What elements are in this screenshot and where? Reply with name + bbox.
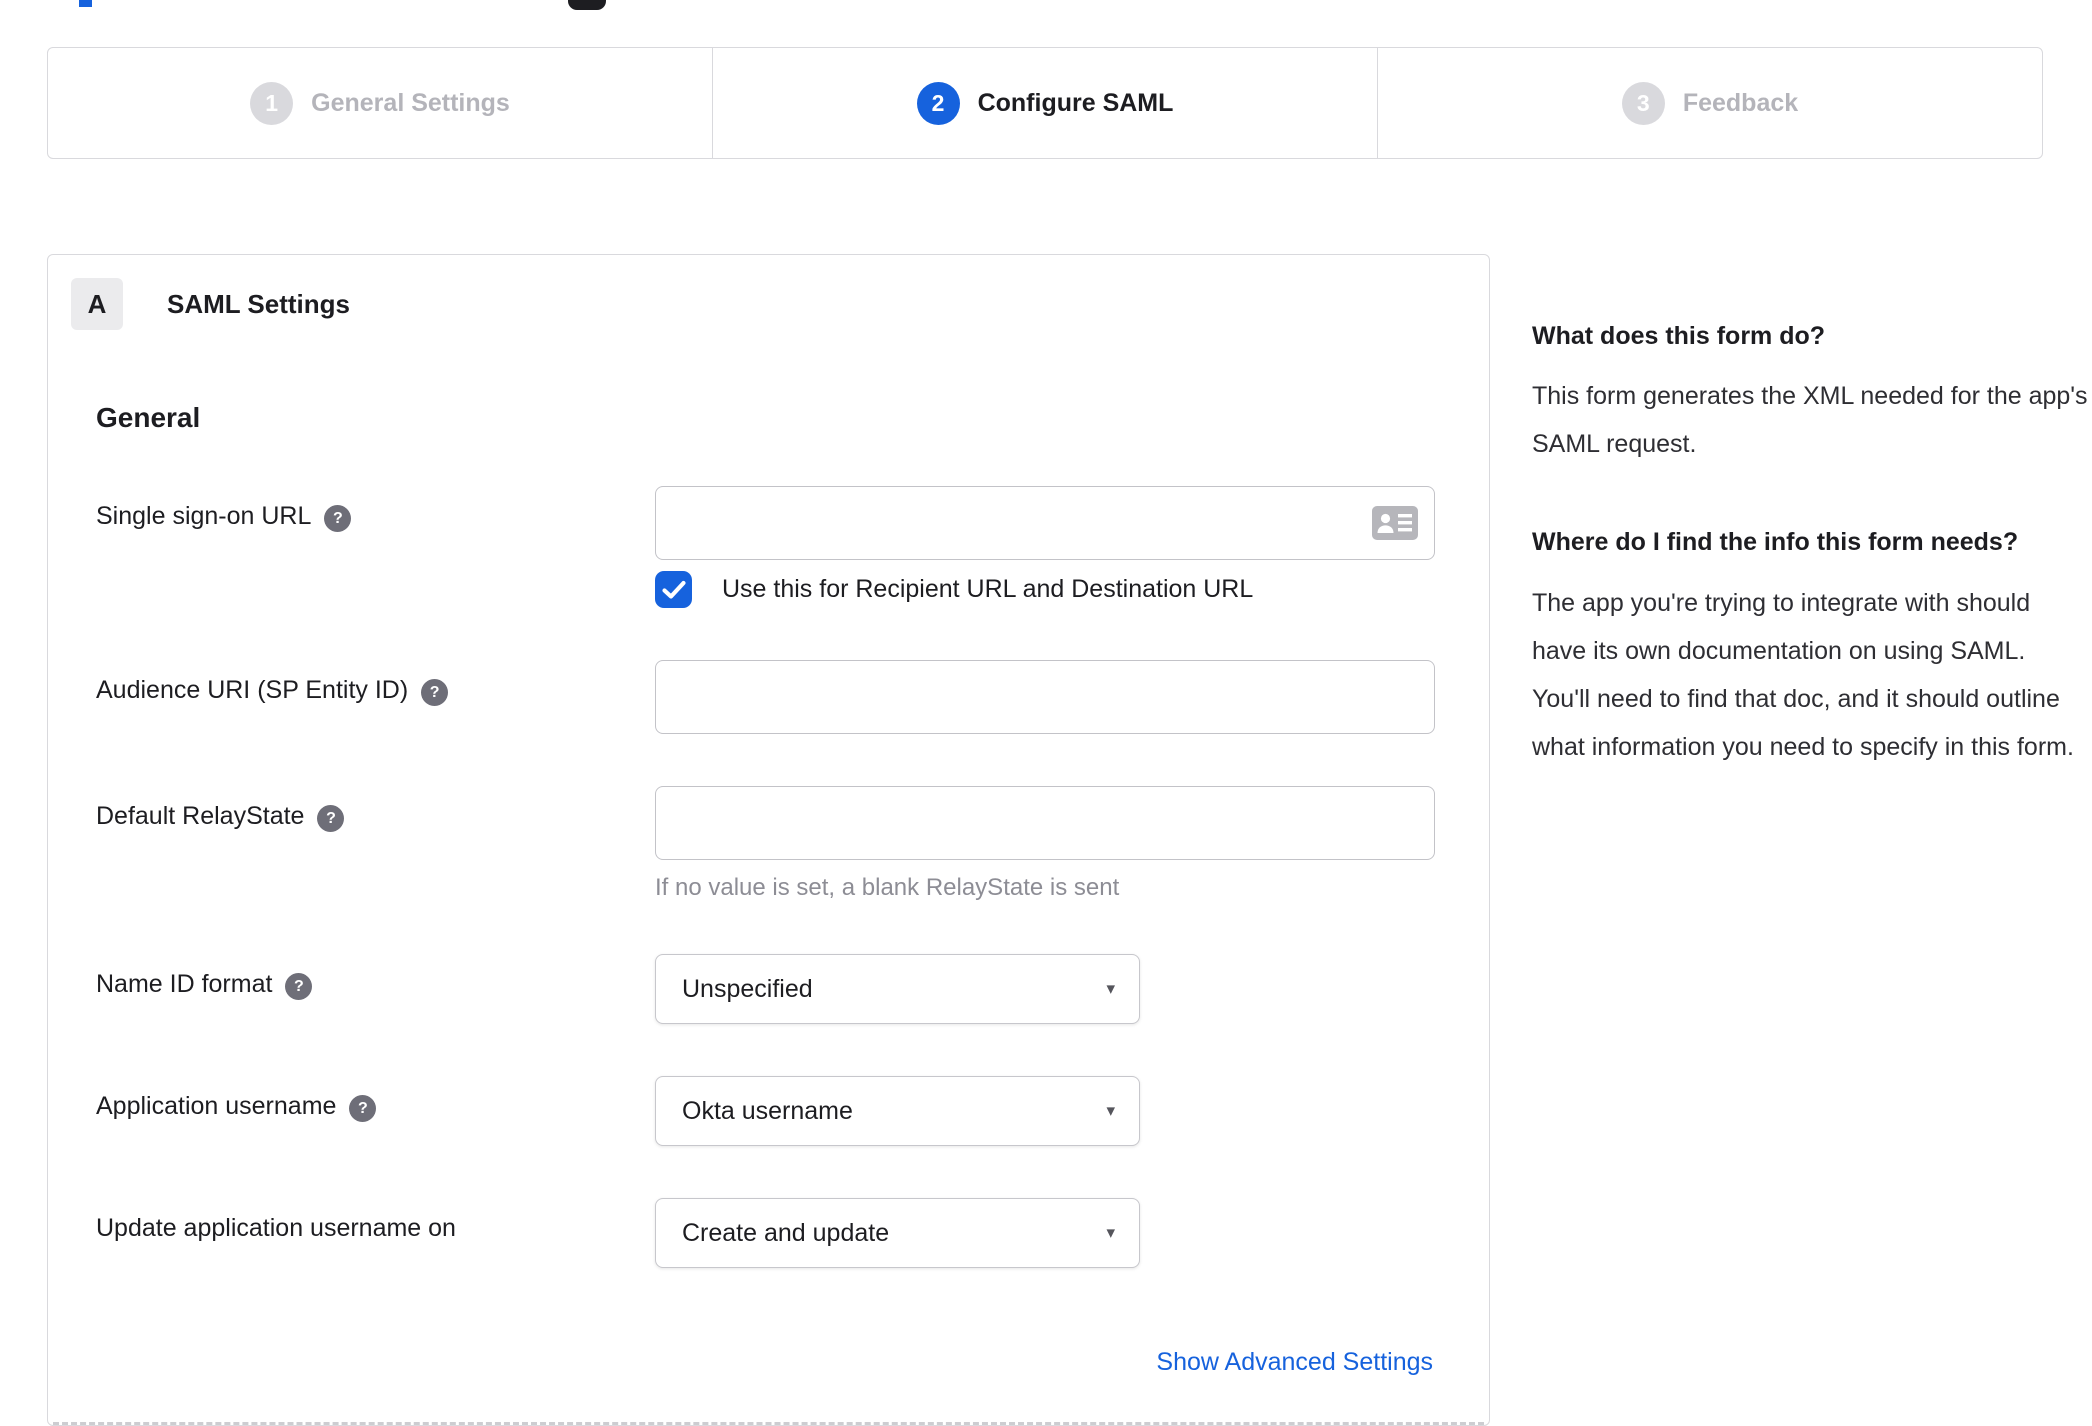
help-section-where: Where do I find the info this form needs… [1532,524,2088,770]
field-row-update-application-username: Update application username on Create an… [96,1198,1433,1268]
field-label: Application username ? [96,1076,655,1146]
application-username-select[interactable]: Okta username ▾ [655,1076,1140,1146]
field-row-single-sign-on-url: Single sign-on URL ? Use this for Recipi… [96,486,1435,608]
chevron-down-icon: ▾ [1106,1223,1115,1242]
step-number-badge: 3 [1621,81,1665,125]
field-row-audience-uri: Audience URI (SP Entity ID) ? [96,660,1435,734]
help-body: The app you're trying to integrate with … [1532,588,2074,761]
field-row-application-username: Application username ? Okta username ▾ [96,1076,1433,1146]
help-section-what: What does this form do? This form genera… [1532,318,2088,468]
cutoff-dark-toggle-fragment [568,0,606,10]
help-icon[interactable]: ? [349,1095,377,1122]
relaystate-hint: If no value is set, a blank RelayState i… [655,874,1120,901]
dashed-divider [53,1422,1484,1425]
recipient-url-checkbox-label[interactable]: Use this for Recipient URL and Destinati… [722,575,1253,604]
field-label-text: Update application username on [96,1214,456,1242]
section-title: SAML Settings [167,288,350,319]
default-relaystate-input[interactable] [655,786,1435,860]
field-label: Name ID format ? [96,954,655,1024]
step-label: General Settings [311,88,510,117]
field-label: Single sign-on URL ? [96,486,655,608]
name-id-format-select[interactable]: Unspecified ▾ [655,954,1140,1024]
step-feedback[interactable]: 3 Feedback [1377,48,2042,158]
field-label-text: Name ID format [96,970,273,998]
help-icon[interactable]: ? [317,805,345,832]
step-number-badge: 1 [250,81,294,125]
step-number-badge: 2 [916,81,960,125]
field-label-text: Default RelayState [96,802,305,830]
field-row-name-id-format: Name ID format ? Unspecified ▾ [96,954,1433,1024]
select-value: Okta username [682,1096,853,1125]
step-label: Feedback [1682,88,1799,117]
field-label: Audience URI (SP Entity ID) ? [96,660,655,734]
field-row-default-relaystate: Default RelayState ? If no value is set,… [96,786,1435,902]
step-general-settings[interactable]: 1 General Settings [48,48,712,158]
section-a-badge: A [71,278,123,330]
step-configure-saml[interactable]: 2 Configure SAML [712,48,1377,158]
help-body: This form generates the XML needed for t… [1532,382,2088,459]
show-advanced-settings-link[interactable]: Show Advanced Settings [1156,1348,1433,1376]
update-application-username-select[interactable]: Create and update ▾ [655,1198,1140,1268]
field-label-text: Audience URI (SP Entity ID) [96,676,409,704]
recipient-url-checkbox[interactable] [655,571,692,608]
saml-settings-panel: A SAML Settings General Single sign-on U… [47,254,1490,1426]
help-icon[interactable]: ? [324,505,352,532]
field-label-text: Application username [96,1092,337,1120]
help-heading: What does this form do? [1532,322,1826,350]
field-label: Default RelayState ? [96,786,655,902]
cutoff-blue-fragment [79,0,92,7]
checkmark-icon [661,580,686,599]
section-header: A SAML Settings [71,278,1433,330]
contact-card-icon[interactable] [1372,506,1418,540]
single-sign-on-url-input[interactable] [655,486,1435,560]
help-heading: Where do I find the info this form needs… [1532,528,2019,557]
audience-uri-input[interactable] [655,660,1435,734]
help-sidebar: What does this form do? This form genera… [1532,318,2088,771]
select-value: Create and update [682,1218,890,1247]
help-icon[interactable]: ? [421,679,449,706]
help-icon[interactable]: ? [285,973,313,1000]
wizard-stepper: 1 General Settings 2 Configure SAML 3 Fe… [47,47,2043,159]
chevron-down-icon: ▾ [1106,1101,1115,1120]
field-label-text: Single sign-on URL [96,502,312,530]
select-value: Unspecified [682,974,813,1003]
chevron-down-icon: ▾ [1106,979,1115,998]
general-group-title: General [96,402,201,433]
step-label: Configure SAML [977,88,1174,117]
field-label: Update application username on [96,1198,655,1268]
